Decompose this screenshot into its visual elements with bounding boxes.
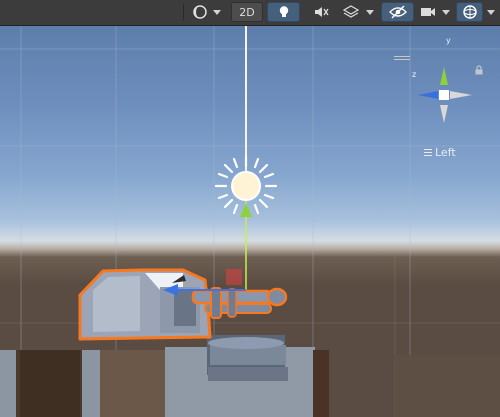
- effects-toggle-button[interactable]: [340, 2, 362, 22]
- menu-icon: [424, 149, 432, 156]
- camera-settings-button[interactable]: [417, 2, 439, 22]
- gizmos-button[interactable]: [456, 2, 483, 22]
- toolbar-separator: [183, 4, 184, 21]
- draw-mode-button[interactable]: [189, 2, 211, 22]
- audio-muted-icon: [315, 7, 329, 17]
- light-bulb-icon: [279, 6, 288, 17]
- gizmos-icon: [462, 5, 477, 19]
- view-orientation-label[interactable]: Left: [424, 146, 456, 159]
- camera-icon: [421, 8, 435, 16]
- audio-toggle-button[interactable]: [305, 2, 337, 22]
- orientation-gizmo[interactable]: [404, 55, 488, 135]
- hidden-objects-toggle-button[interactable]: [381, 2, 414, 22]
- scene-viewport[interactable]: y z Left: [0, 25, 500, 417]
- view-orientation-text: Left: [435, 146, 456, 159]
- shading-mode-icon: [193, 5, 207, 19]
- 2d-label: 2D: [239, 5, 255, 19]
- lighting-toggle-button[interactable]: [267, 2, 300, 22]
- gizmos-dropdown[interactable]: [485, 2, 497, 22]
- gizmo-z-label: z: [412, 70, 417, 79]
- draw-mode-dropdown[interactable]: [211, 2, 223, 22]
- gizmo-y-label: y: [446, 36, 451, 45]
- 2d-toggle-button[interactable]: 2D: [231, 2, 263, 22]
- camera-dropdown[interactable]: [440, 2, 452, 22]
- scene-view-toolbar: 2D: [0, 0, 500, 26]
- effects-dropdown[interactable]: [364, 2, 376, 22]
- effects-layers-icon: [343, 5, 359, 18]
- eye-slash-icon: [388, 5, 407, 19]
